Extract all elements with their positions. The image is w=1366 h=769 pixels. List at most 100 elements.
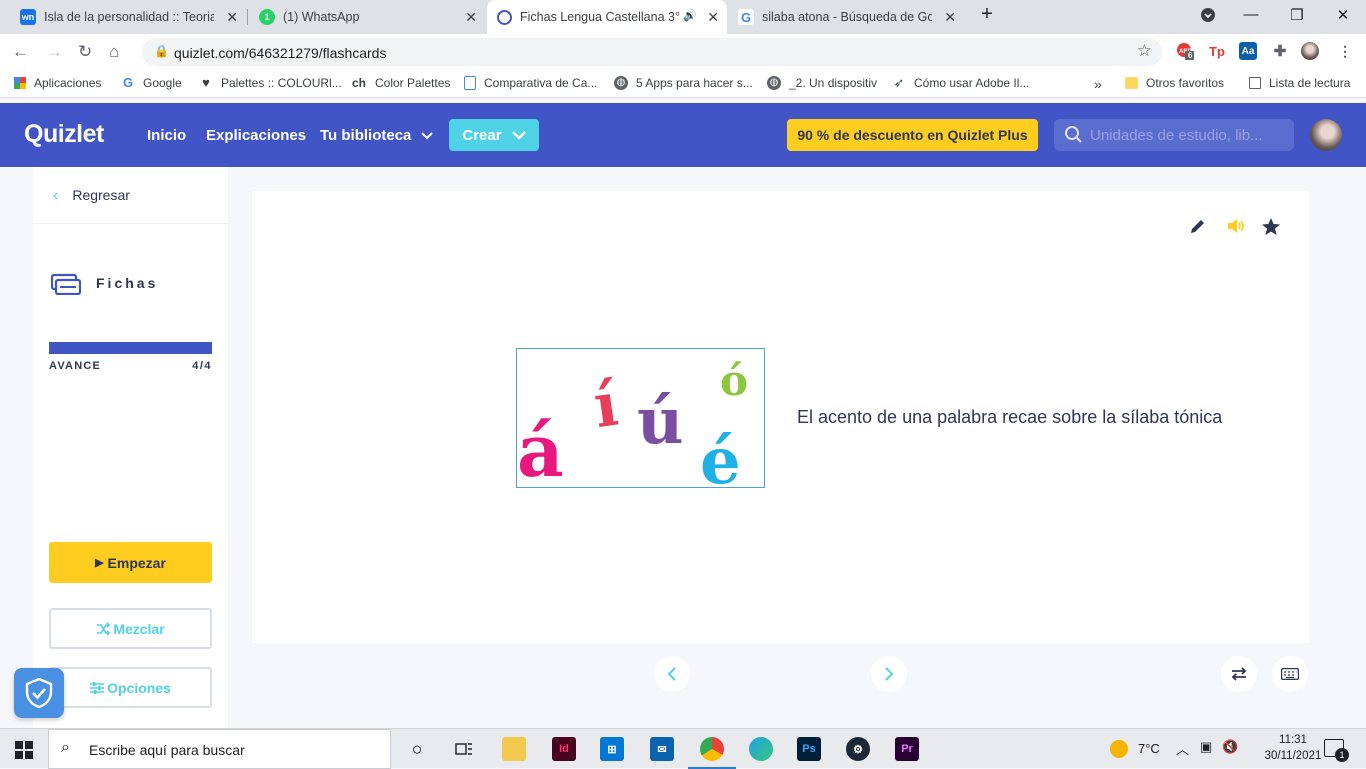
swap-sides-button[interactable] — [1221, 656, 1257, 692]
close-tab-icon[interactable]: ✕ — [226, 9, 238, 26]
adblock-extension-icon[interactable]: ABP 6 — [1176, 42, 1194, 60]
bookmark-item[interactable]: ◍ 5 Apps para hacer s... — [614, 76, 753, 90]
notifications-icon[interactable]: 1 — [1324, 739, 1349, 762]
bookmark-item[interactable]: Aplicaciones — [14, 76, 101, 90]
back-arrow-icon[interactable]: ← — [12, 42, 29, 62]
vowel-a: á — [517, 408, 564, 488]
flashcard[interactable]: á í ú é ó El acento de una palabra recae… — [252, 191, 1309, 643]
bookmark-item[interactable]: ♥ Palettes :: COLOURl... — [199, 76, 342, 91]
swap-arrows-icon — [1231, 667, 1247, 681]
nav-explicaciones[interactable]: Explicaciones — [206, 127, 306, 144]
favorite-star-icon[interactable] — [1261, 217, 1281, 242]
bookmark-item[interactable]: ch Color Palettes — [351, 76, 450, 90]
forward-arrow-icon[interactable]: → — [46, 42, 63, 62]
edge-icon[interactable] — [749, 737, 773, 761]
home-icon[interactable]: ⌂ — [109, 42, 119, 62]
progress-count: 4/4 — [192, 360, 212, 372]
tab-search-icon[interactable] — [1193, 8, 1223, 26]
chrome-menu-icon[interactable]: ⋮ — [1336, 42, 1354, 60]
close-window-icon[interactable]: ✕ — [1328, 6, 1358, 24]
extensions-puzzle-icon[interactable]: ✚ — [1271, 42, 1289, 60]
progress-label: AVANCE — [49, 360, 102, 372]
previous-card-button[interactable] — [654, 656, 690, 692]
task-view-icon[interactable] — [452, 737, 476, 761]
options-button[interactable]: Opciones — [49, 667, 212, 708]
close-tab-icon[interactable]: ✕ — [944, 9, 956, 26]
quizlet-logo[interactable]: Quizlet — [24, 120, 104, 149]
bookmark-star-icon[interactable]: ☆ — [1137, 41, 1152, 61]
bookmark-item[interactable]: Otros favoritos — [1125, 76, 1224, 90]
search-input[interactable]: Unidades de estudio, lib... — [1054, 119, 1294, 151]
restore-icon[interactable]: ❐ — [1282, 6, 1312, 24]
close-tab-icon[interactable]: ✕ — [465, 9, 477, 26]
next-card-button[interactable] — [871, 656, 907, 692]
security-shield-widget[interactable] — [14, 668, 64, 718]
volume-muted-icon[interactable]: 🔇 — [1222, 739, 1238, 755]
browser-tab[interactable]: G silaba atona - Búsqueda de Google ✕ — [728, 0, 964, 34]
close-tab-icon[interactable]: ✕ — [707, 9, 719, 26]
more-bookmarks-button[interactable]: » — [1094, 76, 1102, 92]
options-label: Opciones — [107, 679, 171, 696]
indesign-icon[interactable]: Id — [552, 737, 576, 761]
address-bar[interactable]: 🔒 quizlet.com/646321279/flashcards ☆ — [142, 38, 1162, 66]
tp-extension-icon[interactable]: Tp — [1208, 42, 1226, 60]
bookmark-item[interactable]: ◍ _2. Un dispositiv — [767, 76, 877, 90]
file-explorer-icon[interactable] — [502, 737, 526, 761]
progress-bar — [49, 342, 212, 354]
study-sidebar: ‹ Regresar Fichas AVANCE 4/4 ▶ Empezar M… — [33, 167, 228, 730]
tab-title: silaba atona - Búsqueda de Google — [762, 10, 932, 24]
shuffle-label: Mezclar — [113, 620, 165, 637]
weather-sun-icon[interactable] — [1110, 740, 1128, 758]
bookmark-item[interactable]: ➶ Cómo usar Adobe Il... — [892, 76, 1030, 91]
bookmark-item[interactable]: G Google — [121, 76, 182, 91]
clock[interactable]: 11:31 30/11/2021 — [1262, 732, 1324, 764]
reload-icon[interactable]: ↻ — [78, 42, 92, 62]
bookmark-label: Comparativa de Ca... — [484, 76, 598, 90]
vowel-i: í — [590, 370, 623, 443]
bookmark-item[interactable]: Lista de lectura — [1249, 76, 1350, 90]
create-button[interactable]: Crear — [449, 119, 539, 151]
divider — [33, 223, 228, 224]
nav-inicio[interactable]: Inicio — [147, 127, 186, 144]
aa-extension-icon[interactable]: Aa — [1239, 42, 1257, 60]
vowel-u: ú — [637, 384, 684, 459]
chevron-right-icon — [885, 667, 894, 681]
premiere-icon[interactable]: Pr — [895, 737, 919, 761]
avatar[interactable] — [1310, 119, 1342, 151]
nav-label: Tu biblioteca — [320, 127, 412, 144]
weather-temp[interactable]: 7°C — [1138, 741, 1160, 756]
lock-icon[interactable]: 🔒 — [154, 44, 169, 58]
browser-tab[interactable]: wn Isla de la personalidad :: Teoria Tie… — [10, 0, 246, 34]
browser-tab[interactable]: 1 (1) WhatsApp ✕ — [249, 0, 485, 34]
bookmark-item[interactable]: Comparativa de Ca... — [464, 76, 597, 90]
mail-icon[interactable]: ✉ — [650, 737, 674, 761]
profile-avatar-icon[interactable] — [1301, 42, 1319, 60]
start-button[interactable]: ▶ Empezar — [49, 542, 212, 583]
windows-start-icon[interactable] — [12, 738, 36, 762]
keyboard-shortcuts-button[interactable] — [1272, 656, 1308, 692]
nav-tu-biblioteca[interactable]: Tu biblioteca — [320, 127, 434, 144]
audio-playing-icon[interactable]: 🔊 — [683, 9, 697, 22]
quizlet-plus-promo-button[interactable]: 90 % de descuento en Quizlet Plus — [787, 119, 1038, 151]
minimize-icon[interactable]: — — [1236, 6, 1266, 23]
photoshop-icon[interactable]: Ps — [797, 737, 821, 761]
back-button[interactable]: ‹ Regresar — [53, 187, 130, 205]
tab-title: Isla de la personalidad :: Teoria Tiempo — [44, 10, 214, 24]
audio-speaker-icon[interactable] — [1226, 217, 1246, 241]
browser-tab-bar: wn Isla de la personalidad :: Teoria Tie… — [0, 0, 1366, 34]
show-hidden-icons-icon[interactable]: ︿ — [1176, 739, 1189, 758]
store-icon[interactable]: ⊞ — [600, 737, 624, 761]
new-tab-button[interactable]: + — [972, 3, 1002, 26]
taskbar-search-input[interactable]: ⌕ Escribe aquí para buscar — [48, 729, 391, 769]
extension-badge: 6 — [1188, 51, 1193, 60]
browser-tab-active[interactable]: Fichas Lengua Castellana 3° ESO 🔊 ✕ — [487, 0, 727, 34]
device-icon[interactable]: ▣ — [1200, 739, 1212, 755]
bookmark-label: Palettes :: COLOURl... — [221, 76, 342, 90]
bookmark-label: Cómo usar Adobe Il... — [914, 76, 1030, 90]
cortana-icon[interactable]: ○ — [405, 737, 429, 761]
chrome-icon[interactable] — [700, 737, 724, 761]
shuffle-button[interactable]: Mezclar — [49, 608, 212, 649]
back-label: Regresar — [72, 187, 130, 203]
edit-pencil-icon[interactable] — [1189, 217, 1207, 241]
steam-icon[interactable]: ⚙ — [846, 737, 870, 761]
